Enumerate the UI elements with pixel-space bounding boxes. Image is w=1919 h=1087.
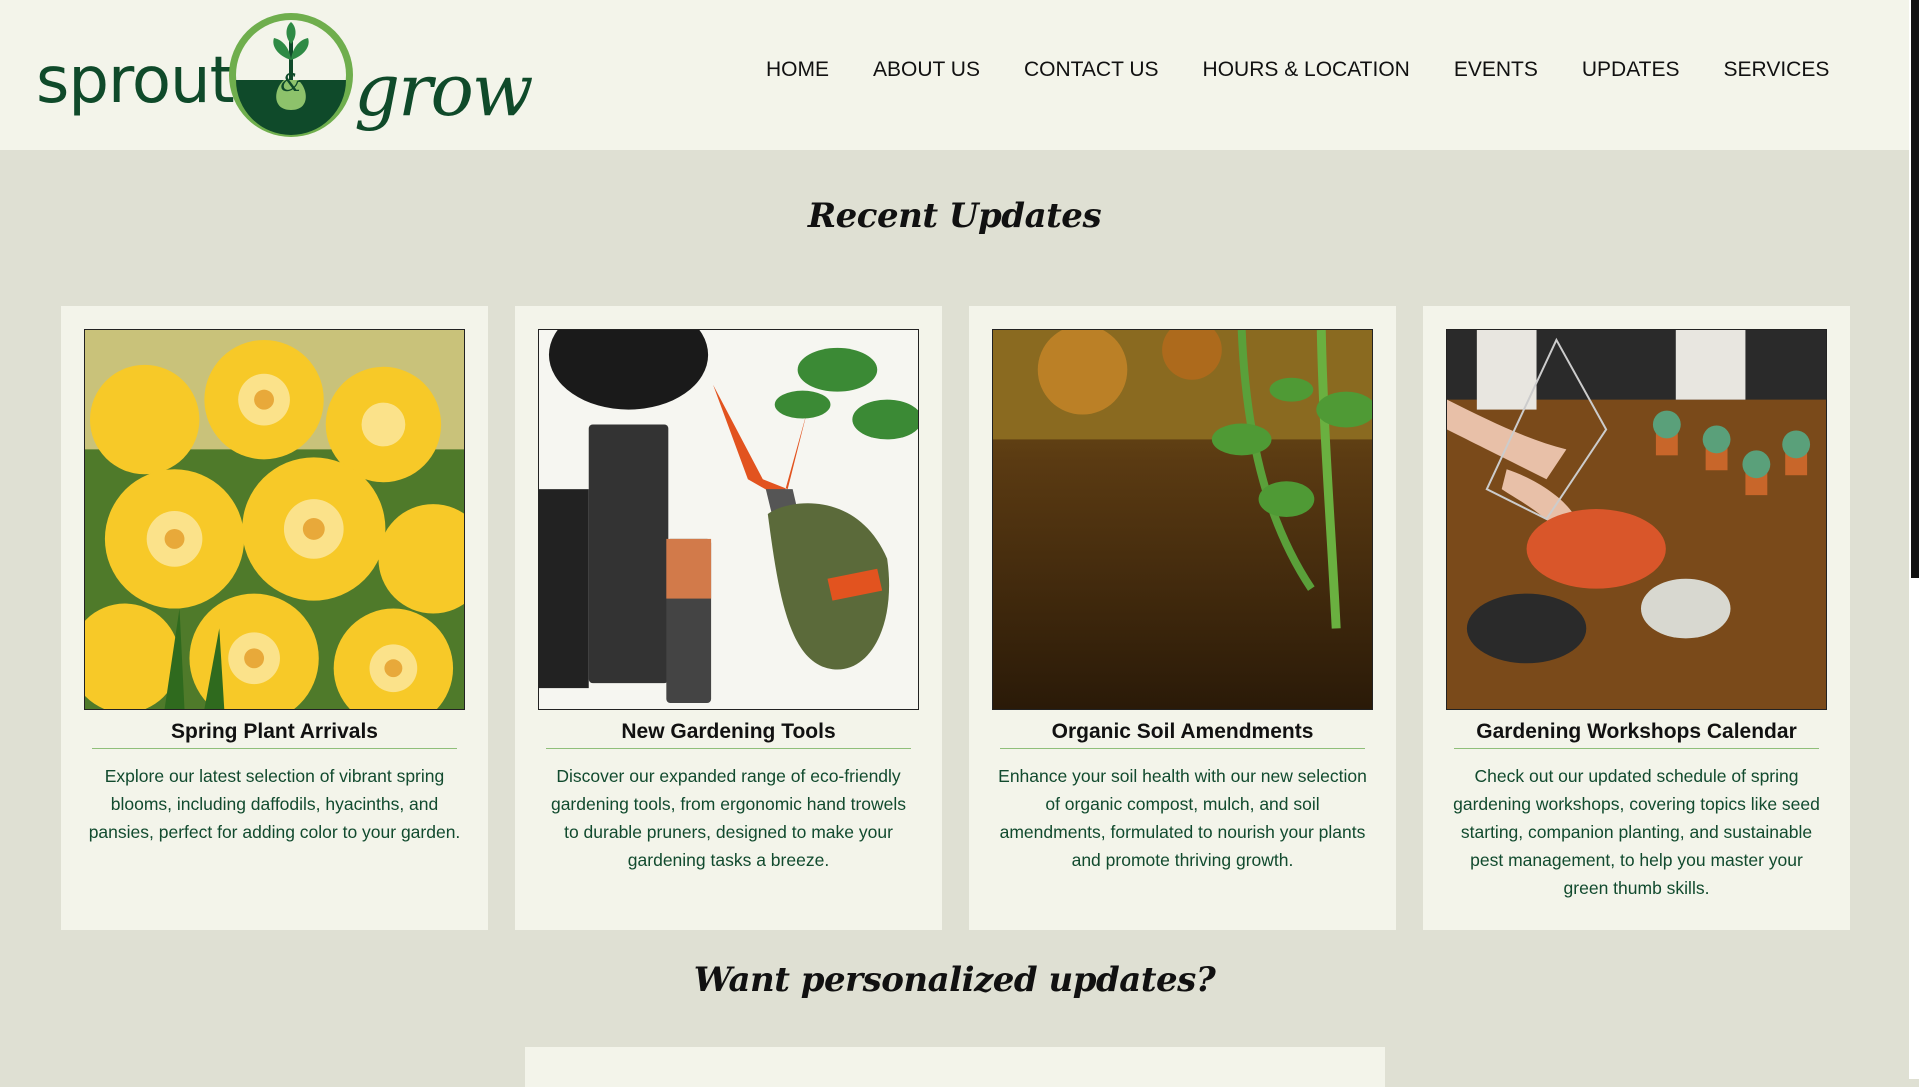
update-card: New Gardening Tools Discover our expande… — [515, 306, 942, 930]
daffodils-photo — [84, 329, 465, 710]
nav-updates[interactable]: UPDATES — [1582, 58, 1680, 88]
logo-seedling-badge-icon: & — [226, 10, 356, 140]
scrollbar-thumb[interactable] — [1911, 0, 1919, 578]
garden-tools-photo — [538, 329, 919, 710]
nav-about-us[interactable]: ABOUT US — [873, 58, 980, 88]
card-description: Enhance your soil health with our new se… — [998, 766, 1367, 870]
logo-ampersand: & — [280, 69, 302, 97]
card-description: Discover our expanded range of eco-frien… — [550, 766, 907, 870]
logo-word-grow: grow — [354, 48, 533, 132]
update-card: Organic Soil Amendments Enhance your soi… — [969, 306, 1396, 930]
nav-events[interactable]: EVENTS — [1454, 58, 1538, 88]
card-title: Spring Plant Arrivals — [92, 720, 457, 749]
personalized-updates-form — [525, 1047, 1385, 1087]
nav-hours-location[interactable]: HOURS & LOCATION — [1203, 58, 1410, 88]
card-title: Gardening Workshops Calendar — [1454, 720, 1819, 749]
update-card: Gardening Workshops Calendar Check out o… — [1423, 306, 1850, 930]
logo-word-sprout: sprout — [36, 44, 235, 118]
card-title: Organic Soil Amendments — [1000, 720, 1365, 749]
update-card: Spring Plant Arrivals Explore our latest… — [61, 306, 488, 930]
card-description: Explore our latest selection of vibrant … — [88, 766, 461, 842]
nav-home[interactable]: HOME — [766, 58, 829, 88]
nav-services[interactable]: SERVICES — [1724, 58, 1830, 88]
main-navigation: HOME ABOUT US CONTACT US HOURS & LOCATIO… — [766, 58, 1829, 88]
card-title: New Gardening Tools — [546, 720, 911, 749]
soil-seedling-photo — [992, 329, 1373, 710]
personalized-updates-heading: Want personalized updates? — [693, 960, 1216, 1000]
recent-updates-heading: Recent Updates — [807, 196, 1102, 236]
nav-contact-us[interactable]: CONTACT US — [1024, 58, 1159, 88]
site-header: sprout & grow HOME ABOUT US CONTACT US H… — [0, 0, 1909, 150]
sprout-and-grow-logo[interactable]: sprout & grow — [36, 8, 556, 143]
terrarium-workshop-photo — [1446, 329, 1827, 710]
card-description: Check out our updated schedule of spring… — [1453, 766, 1820, 898]
